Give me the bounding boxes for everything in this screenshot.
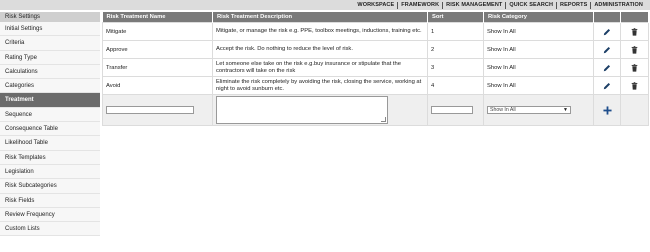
table-row: Approve Accept the risk. Do nothing to r…	[102, 40, 649, 59]
sidebar-item-criteria[interactable]: Criteria	[0, 36, 100, 51]
sidebar-item-likelihood-table[interactable]: Likelihood Table	[0, 136, 100, 151]
table-header-row: Risk Treatment Name Risk Treatment Descr…	[102, 12, 649, 23]
trash-icon	[631, 63, 638, 72]
sidebar-item-treatment[interactable]: Treatment	[0, 93, 100, 108]
plus-icon	[602, 105, 612, 115]
new-description-textarea[interactable]	[216, 96, 388, 124]
sidebar-item-legislation[interactable]: Legislation	[0, 164, 100, 180]
cell-name: Avoid	[102, 76, 213, 95]
sidebar-item-consequence-table[interactable]: Consequence Table	[0, 122, 100, 137]
resize-grip-icon[interactable]	[381, 117, 386, 122]
new-row-empty-cell	[620, 94, 649, 126]
trash-icon	[631, 27, 638, 36]
treatment-table: Risk Treatment Name Risk Treatment Descr…	[102, 12, 649, 126]
new-sort-input[interactable]	[431, 106, 473, 114]
nav-administration[interactable]: ADMINISTRATION	[591, 2, 646, 8]
pencil-icon	[603, 64, 611, 71]
cell-sort: 3	[427, 58, 484, 77]
sidebar-item-sequence[interactable]: Sequence	[0, 107, 100, 123]
cell-category: Show In All	[483, 22, 594, 41]
new-description-cell	[212, 94, 428, 126]
new-treatment-row: Show In All ▼	[102, 94, 649, 126]
cell-description: Accept the risk. Do nothing to reduce th…	[212, 40, 428, 59]
column-header-description[interactable]: Risk Treatment Description	[212, 12, 428, 23]
pencil-icon	[603, 46, 611, 53]
treatment-panel: Risk Treatment Name Risk Treatment Descr…	[102, 12, 650, 126]
sidebar-item-rating-type[interactable]: Rating Type	[0, 50, 100, 65]
delete-button[interactable]	[620, 22, 649, 41]
cell-sort: 2	[427, 40, 484, 59]
nav-quick-search[interactable]: QUICK SEARCH	[506, 2, 556, 8]
sidebar-header: Risk Settings	[0, 12, 100, 22]
nav-risk-management[interactable]: RISK MANAGEMENT	[443, 2, 505, 8]
settings-sidebar: Risk Settings Initial Settings Criteria …	[0, 12, 100, 252]
edit-button[interactable]	[593, 58, 621, 77]
new-name-input[interactable]	[106, 106, 194, 114]
sidebar-item-risk-fields[interactable]: Risk Fields	[0, 193, 100, 208]
top-navigation-bar: WORKSPACE FRAMEWORK RISK MANAGEMENT QUIC…	[0, 0, 650, 10]
cell-name: Transfer	[102, 58, 213, 77]
new-name-cell	[102, 94, 213, 126]
cell-category: Show In All	[483, 58, 594, 77]
edit-button[interactable]	[593, 22, 621, 41]
cell-sort: 1	[427, 22, 484, 41]
cell-name: Approve	[102, 40, 213, 59]
new-category-selected: Show In All	[490, 107, 516, 113]
table-row: Transfer Let someone else take on the ri…	[102, 58, 649, 77]
trash-icon	[631, 81, 638, 90]
sidebar-item-custom-lists[interactable]: Custom Lists	[0, 222, 100, 237]
cell-sort: 4	[427, 76, 484, 95]
column-header-category[interactable]: Risk Category	[483, 12, 594, 23]
new-sort-cell	[427, 94, 484, 126]
pencil-icon	[603, 28, 611, 35]
top-nav: WORKSPACE FRAMEWORK RISK MANAGEMENT QUIC…	[354, 1, 650, 9]
delete-button[interactable]	[620, 76, 649, 95]
cell-description: Let someone else take on the risk e.g.bu…	[212, 58, 428, 77]
column-header-delete	[620, 12, 649, 23]
chevron-down-icon: ▼	[563, 107, 568, 113]
table-row: Mitigate Mitigate, or manage the risk e.…	[102, 22, 649, 41]
new-category-cell: Show In All ▼	[483, 94, 594, 126]
sidebar-item-calculations[interactable]: Calculations	[0, 64, 100, 80]
cell-category: Show In All	[483, 40, 594, 59]
add-treatment-button[interactable]	[593, 94, 621, 126]
edit-button[interactable]	[593, 40, 621, 59]
cell-name: Mitigate	[102, 22, 213, 41]
sidebar-item-categories[interactable]: Categories	[0, 79, 100, 94]
cell-description: Eliminate the risk completely by avoidin…	[212, 76, 428, 95]
edit-button[interactable]	[593, 76, 621, 95]
delete-button[interactable]	[620, 40, 649, 59]
cell-category: Show In All	[483, 76, 594, 95]
trash-icon	[631, 45, 638, 54]
sidebar-item-risk-subcategories[interactable]: Risk Subcategories	[0, 179, 100, 194]
nav-reports[interactable]: REPORTS	[557, 2, 590, 8]
delete-button[interactable]	[620, 58, 649, 77]
column-header-edit	[593, 12, 621, 23]
column-header-sort[interactable]: Sort	[427, 12, 484, 23]
pencil-icon	[603, 82, 611, 89]
column-header-name[interactable]: Risk Treatment Name	[102, 12, 213, 23]
sidebar-item-initial-settings[interactable]: Initial Settings	[0, 22, 100, 37]
nav-framework[interactable]: FRAMEWORK	[398, 2, 442, 8]
table-row: Avoid Eliminate the risk completely by a…	[102, 76, 649, 95]
cell-description: Mitigate, or manage the risk e.g. PPE, t…	[212, 22, 428, 41]
sidebar-item-review-frequency[interactable]: Review Frequency	[0, 207, 100, 223]
nav-workspace[interactable]: WORKSPACE	[354, 2, 397, 8]
new-category-select[interactable]: Show In All ▼	[487, 106, 571, 114]
sidebar-item-risk-templates[interactable]: Risk Templates	[0, 150, 100, 165]
